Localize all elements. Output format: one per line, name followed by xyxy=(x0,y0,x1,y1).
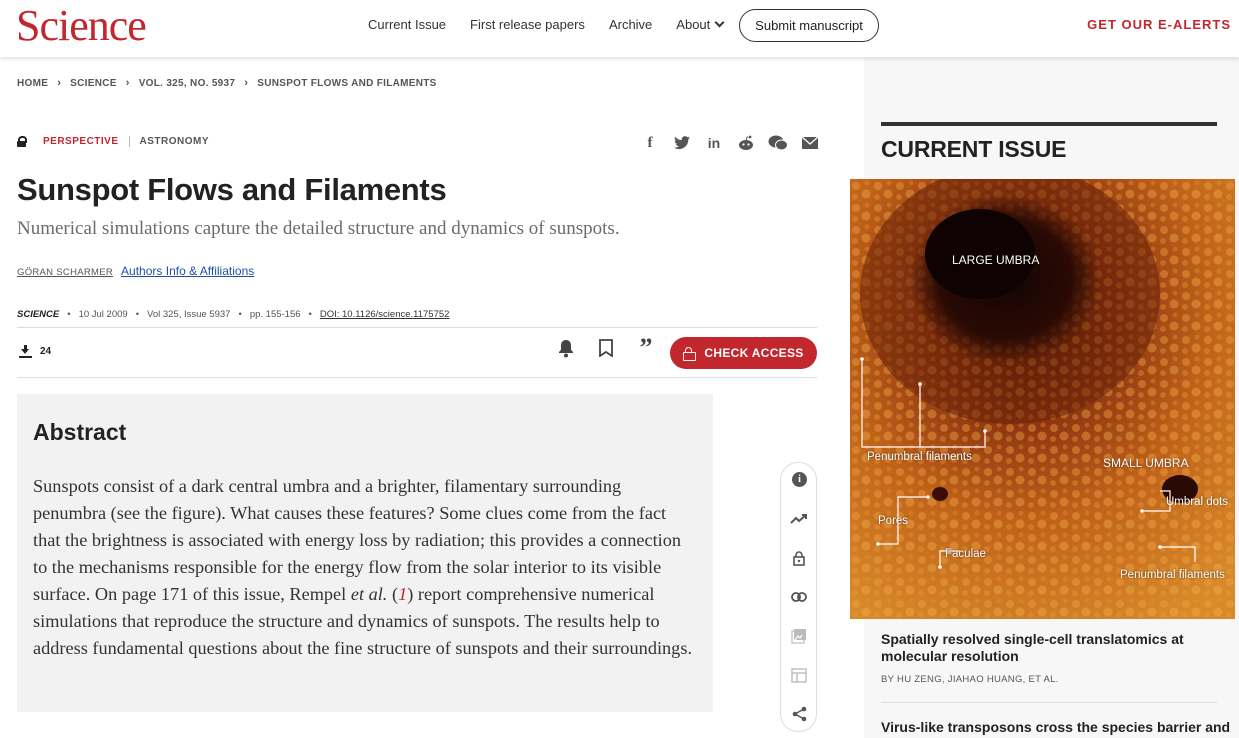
top-navigation-bar: Science Current Issue First release pape… xyxy=(0,0,1239,57)
reference-link[interactable]: 1 xyxy=(398,584,407,604)
info-icon[interactable]: i xyxy=(792,472,807,487)
abstract-text: Sunspots consist of a dark central umbra… xyxy=(33,473,697,662)
page-range: pp. 155-156 xyxy=(249,309,301,320)
cover-label: Umbral dots xyxy=(1166,496,1228,508)
cite-icon[interactable]: ” xyxy=(636,335,656,361)
abstract-section: Abstract Sunspots consist of a dark cent… xyxy=(17,394,713,712)
abstract-text-part: ( xyxy=(387,584,399,604)
link-icon[interactable] xyxy=(789,587,809,607)
bookmark-icon[interactable] xyxy=(596,338,616,358)
author-name[interactable]: GÖRAN SCHARMER xyxy=(17,267,113,278)
science-logo[interactable]: Science xyxy=(16,4,147,48)
news-item-title[interactable]: Virus-like transposons cross the species… xyxy=(881,719,1230,735)
access-lock-icon[interactable] xyxy=(789,548,809,568)
divider xyxy=(17,377,817,378)
cover-label: Penumbral filaments xyxy=(1120,569,1225,581)
cover-label: Faculae xyxy=(945,548,986,560)
nav-about-label: About xyxy=(676,17,711,32)
abstract-et-al: et al. xyxy=(350,584,388,604)
main-nav: Current Issue First release papers Archi… xyxy=(368,17,725,32)
publish-date: 10 Jul 2009 xyxy=(78,309,128,320)
journal-name: SCIENCE xyxy=(17,309,60,320)
section-rule xyxy=(881,122,1217,126)
twitter-icon[interactable] xyxy=(672,134,692,152)
news-item-title[interactable]: Spatially resolved single-cell translato… xyxy=(881,631,1201,665)
doi-link[interactable]: DOI: 10.1126/science.1175752 xyxy=(320,309,450,320)
reddit-icon[interactable] xyxy=(736,134,756,152)
share-icon[interactable] xyxy=(789,704,809,724)
nav-archive[interactable]: Archive xyxy=(609,17,652,32)
separator-dot: • xyxy=(67,309,71,320)
download-count: 24 xyxy=(19,345,51,358)
article-subtitle: Numerical simulations capture the detail… xyxy=(17,218,620,239)
article-title: Sunspot Flows and Filaments xyxy=(17,172,447,207)
breadcrumb: HOME › SCIENCE › VOL. 325, NO. 5937 › SU… xyxy=(17,77,437,89)
share-bar: f in xyxy=(640,134,832,152)
chevron-right-icon: › xyxy=(125,77,130,89)
lock-icon xyxy=(17,136,27,147)
citation-line: SCIENCE • 10 Jul 2009 • Vol 325, Issue 5… xyxy=(17,309,449,320)
news-item-byline: BY HU ZENG, JIAHAO HUANG, ET AL. xyxy=(881,674,1059,685)
breadcrumb-volume[interactable]: VOL. 325, NO. 5937 xyxy=(139,78,236,89)
download-icon xyxy=(19,345,32,358)
cover-label: Penumbral filaments xyxy=(867,451,972,463)
email-icon[interactable] xyxy=(800,134,820,152)
divider xyxy=(881,702,1217,703)
separator-dot: • xyxy=(308,309,312,320)
current-issue-heading: CURRENT ISSUE xyxy=(881,136,1067,162)
check-access-button[interactable]: CHECK ACCESS xyxy=(670,337,817,369)
wechat-icon[interactable] xyxy=(768,134,788,152)
download-count-value: 24 xyxy=(40,346,52,357)
chevron-down-icon xyxy=(714,17,725,28)
cover-label: SMALL UMBRA xyxy=(1103,456,1189,470)
author-line: GÖRAN SCHARMER Authors Info & Affiliatio… xyxy=(17,264,254,278)
lock-icon xyxy=(683,347,697,361)
breadcrumb-current: SUNSPOT FLOWS AND FILAMENTS xyxy=(257,77,437,89)
article-actions: ” xyxy=(556,335,676,361)
cover-label: LARGE UMBRA xyxy=(952,253,1040,267)
facebook-icon[interactable]: f xyxy=(640,134,660,152)
nav-about[interactable]: About xyxy=(676,17,725,32)
figures-icon[interactable] xyxy=(789,626,809,646)
separator-dot: • xyxy=(135,309,140,320)
current-issue-cover-image[interactable]: LARGE UMBRA Penumbral filaments SMALL UM… xyxy=(850,179,1235,619)
article-section[interactable]: ASTRONOMY xyxy=(140,136,210,147)
bell-icon[interactable] xyxy=(556,338,576,358)
chevron-right-icon: › xyxy=(244,77,249,89)
linkedin-icon[interactable]: in xyxy=(704,134,724,152)
nav-first-release[interactable]: First release papers xyxy=(470,17,585,32)
divider xyxy=(128,136,130,147)
authors-info-link[interactable]: Authors Info & Affiliations xyxy=(121,264,254,278)
volume-issue: Vol 325, Issue 5937 xyxy=(147,309,231,320)
breadcrumb-science[interactable]: SCIENCE xyxy=(70,78,117,89)
breadcrumb-home[interactable]: HOME xyxy=(17,78,48,89)
article-tools-rail: i xyxy=(780,462,817,732)
article-type[interactable]: PERSPECTIVE xyxy=(43,136,119,147)
e-alerts-link[interactable]: GET OUR E-ALERTS xyxy=(1087,17,1231,32)
submit-manuscript-button[interactable]: Submit manuscript xyxy=(739,9,879,42)
divider xyxy=(17,327,817,328)
metrics-icon[interactable] xyxy=(789,509,809,529)
chevron-right-icon: › xyxy=(57,77,62,89)
article-meta-row: PERSPECTIVE ASTRONOMY xyxy=(17,136,209,147)
abstract-heading: Abstract xyxy=(33,419,127,445)
check-access-label: CHECK ACCESS xyxy=(704,346,804,360)
nav-current-issue[interactable]: Current Issue xyxy=(368,17,446,32)
cover-label: Pores xyxy=(878,515,909,527)
tables-icon[interactable] xyxy=(789,665,809,685)
separator-dot: • xyxy=(238,309,242,320)
